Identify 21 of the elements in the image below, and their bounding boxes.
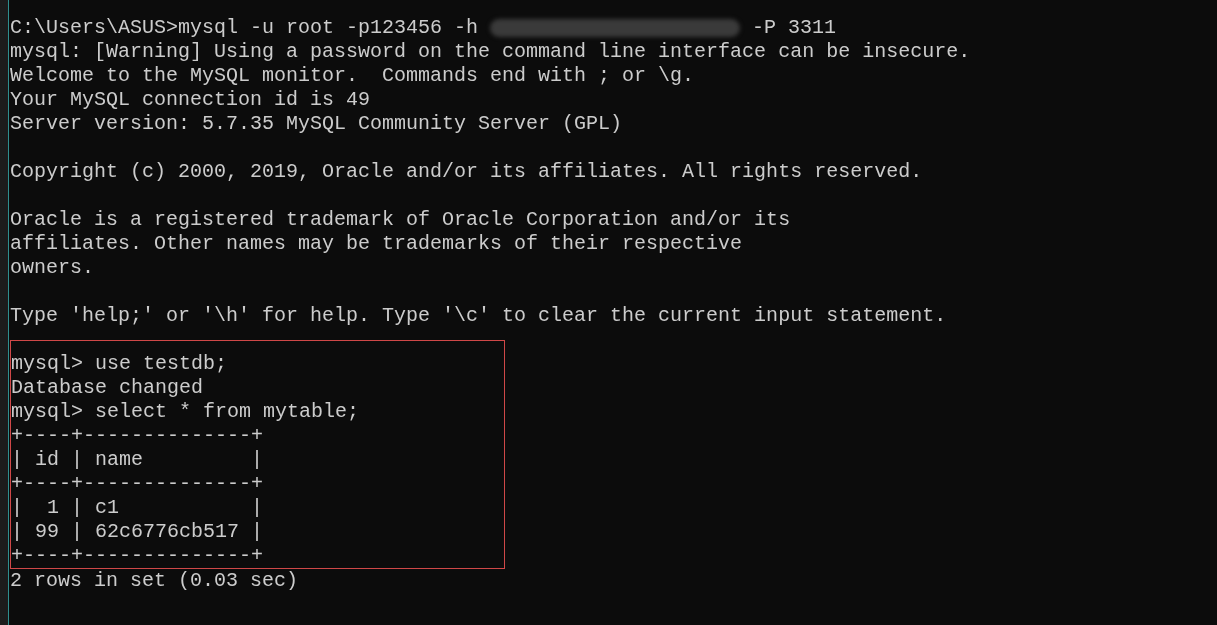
terminal-line: | id | name | xyxy=(11,448,264,472)
terminal-line: +----+--------------+ xyxy=(11,472,264,496)
terminal-line: mysql> select * from mytable; xyxy=(11,400,360,424)
terminal-line: -P 3311 xyxy=(751,16,837,40)
terminal-line: Oracle is a registered trademark of Oracle Corporation and/or its xyxy=(10,208,791,232)
terminal-line: +----+--------------+ xyxy=(11,424,264,448)
terminal-line: Database changed xyxy=(11,376,204,400)
terminal-line: owners. xyxy=(10,256,94,280)
terminal-line: Welcome to the MySQL monitor. Commands end with ; or \g. xyxy=(10,64,695,88)
terminal-line: mysql: [Warning] Using a password on the command line interface can be insecure. xyxy=(10,40,971,64)
terminal-line: Copyright (c) 2000, 2019, Oracle and/or its affiliates. All rights reserved. xyxy=(10,160,923,184)
terminal-line: Server version: 5.7.35 MySQL Community Server (GPL) xyxy=(10,112,623,136)
terminal-line: Your MySQL connection id is 49 xyxy=(10,88,371,112)
terminal-line: mysql> use testdb; xyxy=(11,352,228,376)
terminal-line: +----+--------------+ xyxy=(11,544,264,568)
terminal-line: C:\Users\ASUS>mysql -u root -p123456 -h xyxy=(10,16,480,40)
terminal-line: Type 'help;' or '\h' for help. Type '\c' to clear the current input statement. xyxy=(10,304,947,328)
terminal-line: affiliates. Other names may be trademarks of their respective xyxy=(10,232,743,256)
terminal-line: | 99 | 62c6776cb517 | xyxy=(11,520,264,544)
terminal-line: | 1 | c1 | xyxy=(11,496,264,520)
terminal-line: 2 rows in set (0.03 sec) xyxy=(10,569,299,593)
